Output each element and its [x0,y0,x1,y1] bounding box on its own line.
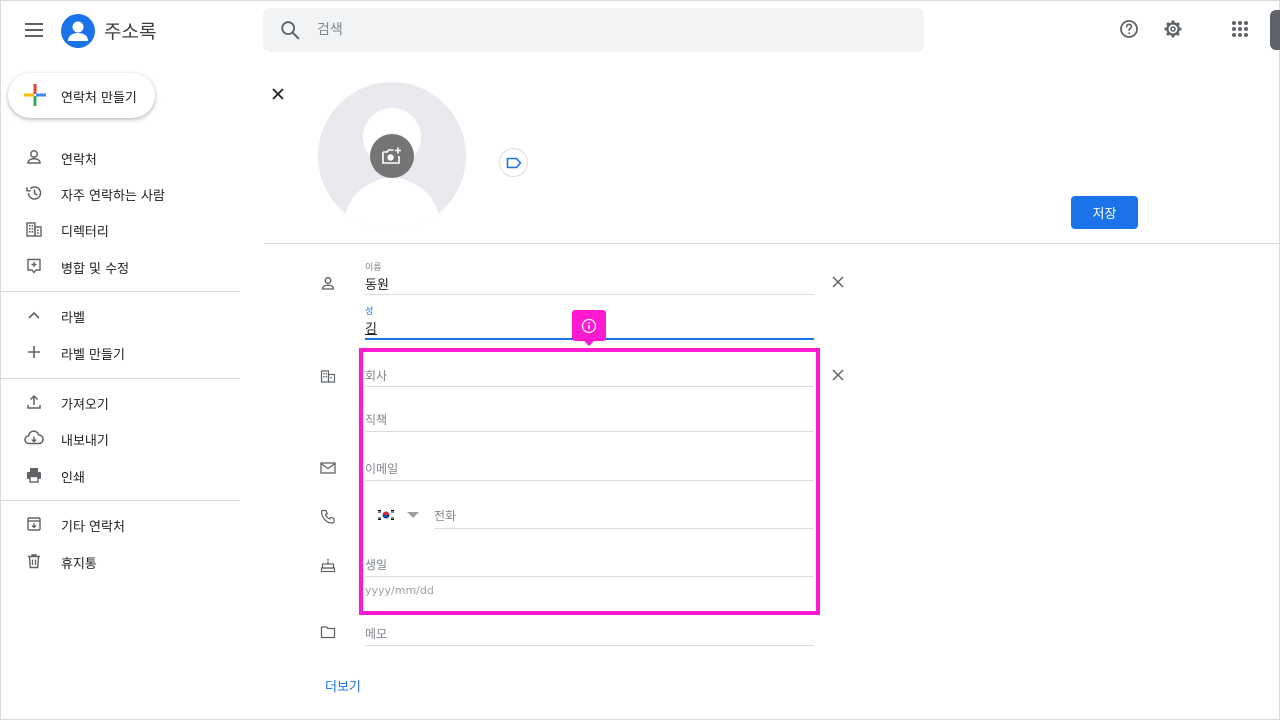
sidebar-item-labels[interactable]: 라벨 [0,297,240,333]
notes-field[interactable]: 메모 [365,618,814,646]
save-button[interactable]: 저장 [1071,196,1138,229]
info-icon [572,310,606,341]
sidebar-item-label: 라벨 [61,311,85,326]
create-contact-button[interactable]: 연락처 만들기 [8,73,155,118]
sidebar-item-frequent[interactable]: 자주 연락하는 사람 [0,175,240,211]
search-input[interactable] [317,8,897,52]
sidebar-item-label: 가져오기 [61,398,109,413]
highlight-box [359,348,820,615]
sidebar-item-label: 내보내기 [61,434,109,449]
sidebar-item-import[interactable]: 가져오기 [0,384,240,420]
sidebar-divider [0,500,240,501]
notes-placeholder[interactable]: 메모 [365,625,387,642]
last-name-value[interactable]: 김 [365,318,377,337]
plus-color-icon [23,83,47,107]
chevron-up-icon [24,305,44,325]
print-icon [24,465,44,485]
create-contact-label: 연락처 만들기 [61,91,137,106]
upload-icon [24,392,44,412]
sidebar-item-create-label[interactable]: 라벨 만들기 [0,334,240,370]
phone-icon [318,507,338,527]
help-icon[interactable] [1117,17,1141,41]
sidebar-item-directory[interactable]: 디렉터리 [0,211,240,247]
building-icon [318,366,338,386]
sidebar-item-merge[interactable]: 병합 및 수정 [0,248,240,284]
sidebar-item-label: 기타 연락처 [61,520,125,535]
sidebar-item-trash[interactable]: 휴지통 [0,543,240,579]
merge-icon [24,256,44,276]
sidebar-item-label: 라벨 만들기 [61,348,125,363]
sidebar-item-contacts[interactable]: 연락처 [0,139,240,175]
gear-icon[interactable] [1161,17,1185,41]
clear-name-icon[interactable] [828,272,848,292]
last-name-label: 성 [365,307,374,317]
app-title: 주소록 [104,21,157,43]
contacts-logo-icon [61,14,95,48]
label-tag-icon[interactable] [499,148,528,177]
sidebar-divider [0,291,240,292]
first-name-label: 이름 [365,263,382,273]
account-avatar[interactable] [1270,10,1280,50]
sidebar-item-print[interactable]: 인쇄 [0,457,240,493]
sidebar-item-label: 병합 및 수정 [61,262,130,277]
sidebar-item-label: 인쇄 [61,471,85,486]
trash-icon [24,551,44,571]
person-icon [318,273,338,293]
archive-icon [24,514,44,534]
sidebar-item-label: 자주 연락하는 사람 [61,189,165,204]
sidebar-item-other-contacts[interactable]: 기타 연락처 [0,506,240,542]
person-icon [24,147,44,167]
notes-icon [318,622,338,642]
sidebar-divider [0,378,240,379]
clear-company-icon[interactable] [828,365,848,385]
first-name-field[interactable]: 이름 동원 [365,260,814,295]
editor-divider [264,243,1280,244]
first-name-value[interactable]: 동원 [365,274,389,293]
search-bar[interactable] [263,8,924,52]
email-icon [318,458,338,478]
search-icon[interactable] [279,19,301,45]
top-bar: 주소록 [0,0,1280,64]
close-icon[interactable] [266,82,290,106]
sidebar-item-label: 연락처 [61,153,97,168]
plus-icon [24,342,44,362]
add-photo-camera-icon[interactable] [370,134,414,178]
building-icon [24,219,44,239]
sidebar-item-label: 휴지통 [61,557,97,572]
cloud-download-icon [24,428,44,448]
apps-grid-icon[interactable] [1228,17,1252,41]
sidebar-item-export[interactable]: 내보내기 [0,420,240,456]
highlight-pointer [583,340,595,346]
cake-icon [318,555,338,575]
photo-placeholder-body [344,178,440,230]
menu-icon[interactable] [18,14,50,46]
sidebar-item-label: 디렉터리 [61,225,109,240]
history-icon [24,183,44,203]
show-more-link[interactable]: 더보기 [325,676,361,695]
